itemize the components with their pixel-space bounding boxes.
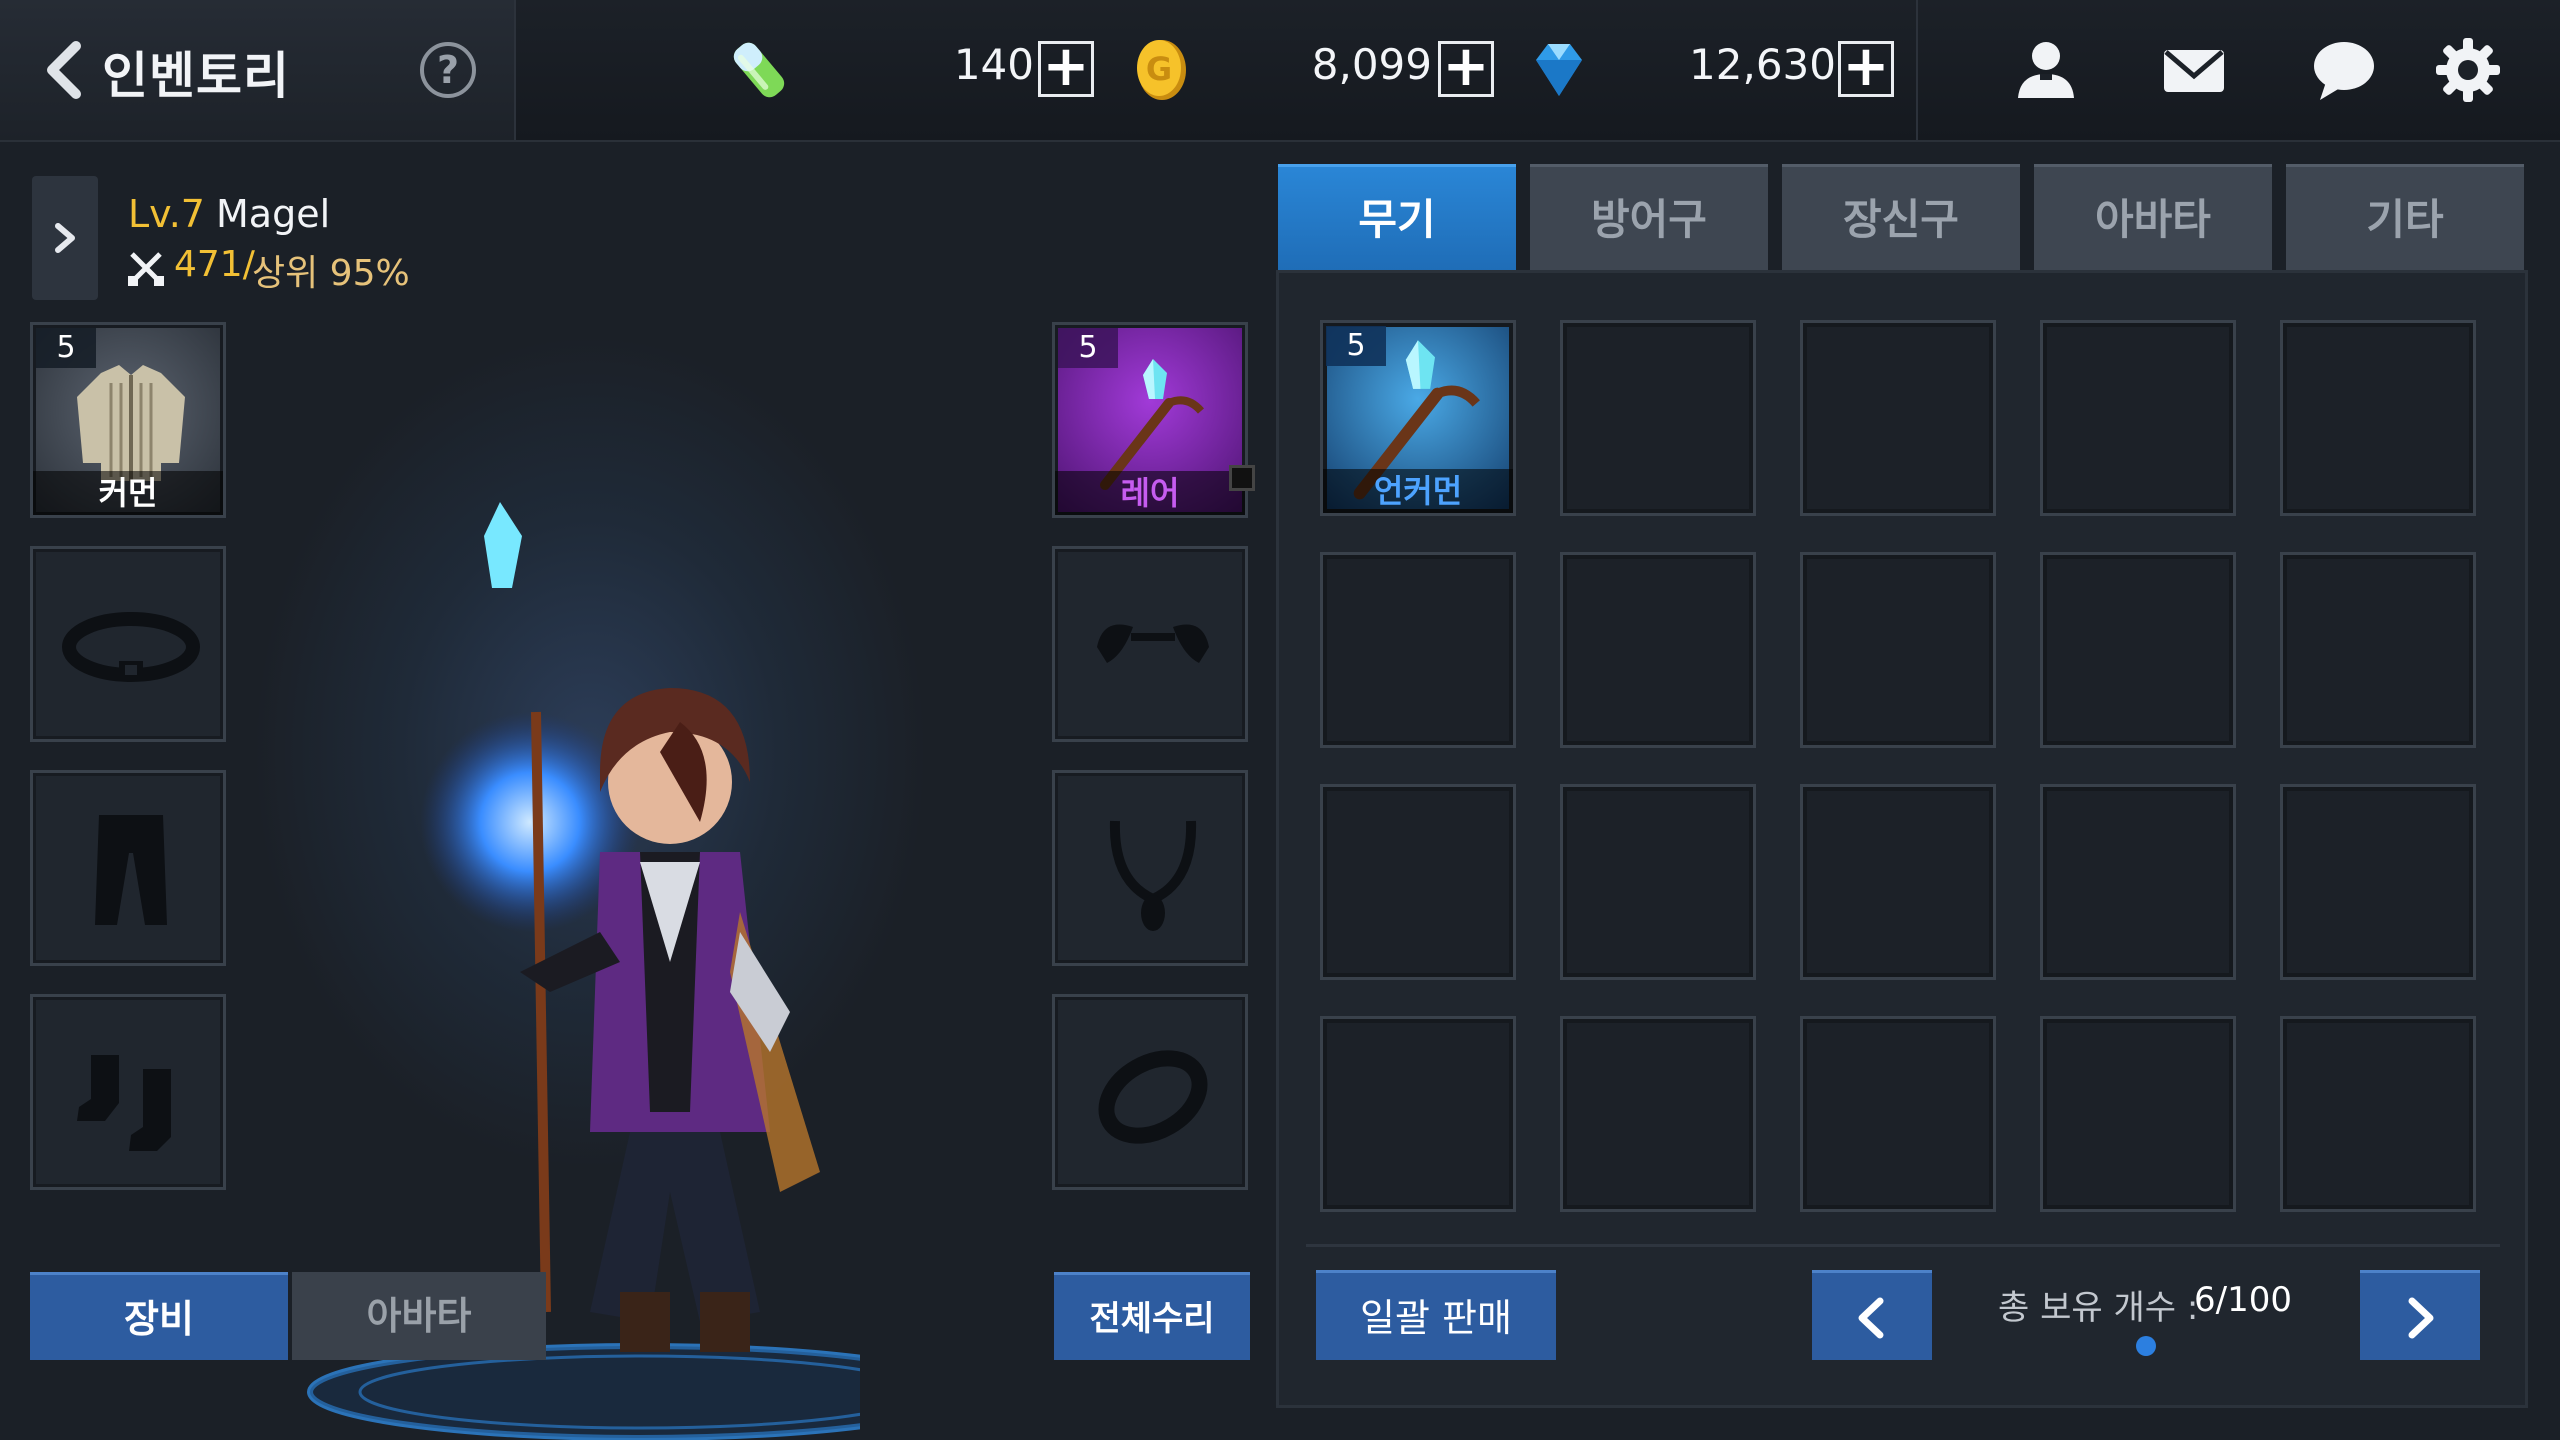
item-count-value: 6/100 [2194,1280,2292,1320]
sell-all-button[interactable]: 일괄 판매 [1316,1270,1556,1360]
divider [1306,1244,2500,1247]
inventory-empty-slot[interactable] [1560,320,1756,516]
repair-all-button[interactable]: 전체수리 [1054,1272,1250,1360]
inventory-empty-slot[interactable] [1800,1016,1996,1212]
chat-icon[interactable] [2308,34,2380,106]
top-right-icons [1916,0,2560,140]
inventory-empty-slot[interactable] [1320,1016,1516,1212]
inventory-empty-slot[interactable] [1560,1016,1756,1212]
ring-slot[interactable] [1052,994,1248,1190]
gold-value: 8,099 [1311,40,1432,89]
ring-icon [1098,1050,1208,1144]
rank-percentile: 상위 95% [252,253,410,294]
item-level: 5 [1326,326,1386,366]
inventory-empty-slot[interactable] [1320,552,1516,748]
boots-slot[interactable] [30,994,226,1190]
combat-power: 471/ [174,244,255,285]
belt-icon [62,612,200,682]
item-grade: 언커먼 [1323,469,1513,513]
top-bar: 인벤토리 ? 140 + G 8,099 + 12,630 + [0,0,2560,142]
equipment-tab[interactable]: 장비 [30,1272,288,1360]
earring-slot[interactable] [1052,546,1248,742]
tab-avatar[interactable]: 아바타 [2034,164,2272,270]
expand-profile-button[interactable] [32,176,98,300]
gem-value: 12,630 [1689,40,1836,89]
earrings-icon [1097,624,1209,663]
weapon-slot[interactable]: 5 레어 [1052,322,1255,518]
prev-page-button[interactable] [1812,1270,1932,1360]
armor-slot[interactable]: 5 커먼 [30,322,226,518]
page-indicator [2136,1336,2156,1356]
pants-icon [95,815,167,925]
inventory-empty-slot[interactable] [2040,552,2236,748]
crossed-swords-icon [128,252,164,286]
inventory-empty-slot[interactable] [2280,1016,2476,1212]
belt-slot[interactable] [30,546,226,742]
necklace-icon [1109,820,1197,931]
stamina-plus-button[interactable]: + [1038,39,1094,97]
armor-grade: 커먼 [33,471,223,515]
character-level: Lv.7 [128,192,205,236]
mail-icon[interactable] [2158,34,2230,106]
inventory-empty-slot[interactable] [1320,784,1516,980]
stamina-potion-icon [733,42,785,98]
item-count-label: 총 보유 개수 : [1998,1288,2199,1328]
friends-icon[interactable] [2010,34,2082,106]
gold-plus-button[interactable]: + [1438,39,1494,97]
tab-weapon[interactable]: 무기 [1278,164,1516,270]
inventory-empty-slot[interactable] [1560,784,1756,980]
chevron-right-icon [2408,1297,2434,1339]
inventory-empty-slot[interactable] [2040,784,2236,980]
inventory-empty-slot[interactable] [2280,320,2476,516]
necklace-slot[interactable] [1052,770,1248,966]
page-title: 인벤토리 [102,47,290,105]
weapon-grade: 레어 [1055,471,1245,515]
chevron-right-icon [55,223,75,253]
armor-level: 5 [36,328,96,368]
back-area: 인벤토리 ? [0,0,516,140]
gold-coin-icon: G [1137,40,1186,100]
inventory-empty-slot[interactable] [2040,320,2236,516]
avatar-tab[interactable]: 아바타 [292,1272,546,1360]
svg-text:G: G [1146,50,1172,88]
inventory-empty-slot[interactable] [1800,320,1996,516]
inventory-empty-slot[interactable] [2040,1016,2236,1212]
tab-etc[interactable]: 기타 [2286,164,2524,270]
boots-icon [77,1055,171,1151]
inventory-empty-slot[interactable] [2280,784,2476,980]
tab-armor[interactable]: 방어구 [1530,164,1768,270]
inventory-empty-slot[interactable] [1560,552,1756,748]
gem-plus-button[interactable]: + [1838,39,1894,97]
inventory-empty-slot[interactable] [1800,784,1996,980]
pants-slot[interactable] [30,770,226,966]
tab-accessory[interactable]: 장신구 [1782,164,2020,270]
inventory-empty-slot[interactable] [2280,552,2476,748]
help-button[interactable]: ? [420,42,476,98]
settings-gear-icon[interactable] [2432,34,2504,106]
character-name: Magel [216,192,331,236]
stamina-value: 140 [953,40,1034,89]
inventory-empty-slot[interactable] [1800,552,1996,748]
lock-marker [1229,465,1255,491]
weapon-level: 5 [1058,328,1118,368]
back-arrow-icon[interactable] [40,40,88,100]
character-panel: Lv.7 Magel 471/ 상위 95% 5 커먼 5 레어 장비 아바타 … [0,142,1262,1440]
chevron-left-icon [1858,1297,1884,1339]
gem-icon [1536,44,1582,96]
inventory-item[interactable]: 5 언커먼 [1320,320,1516,516]
next-page-button[interactable] [2360,1270,2480,1360]
